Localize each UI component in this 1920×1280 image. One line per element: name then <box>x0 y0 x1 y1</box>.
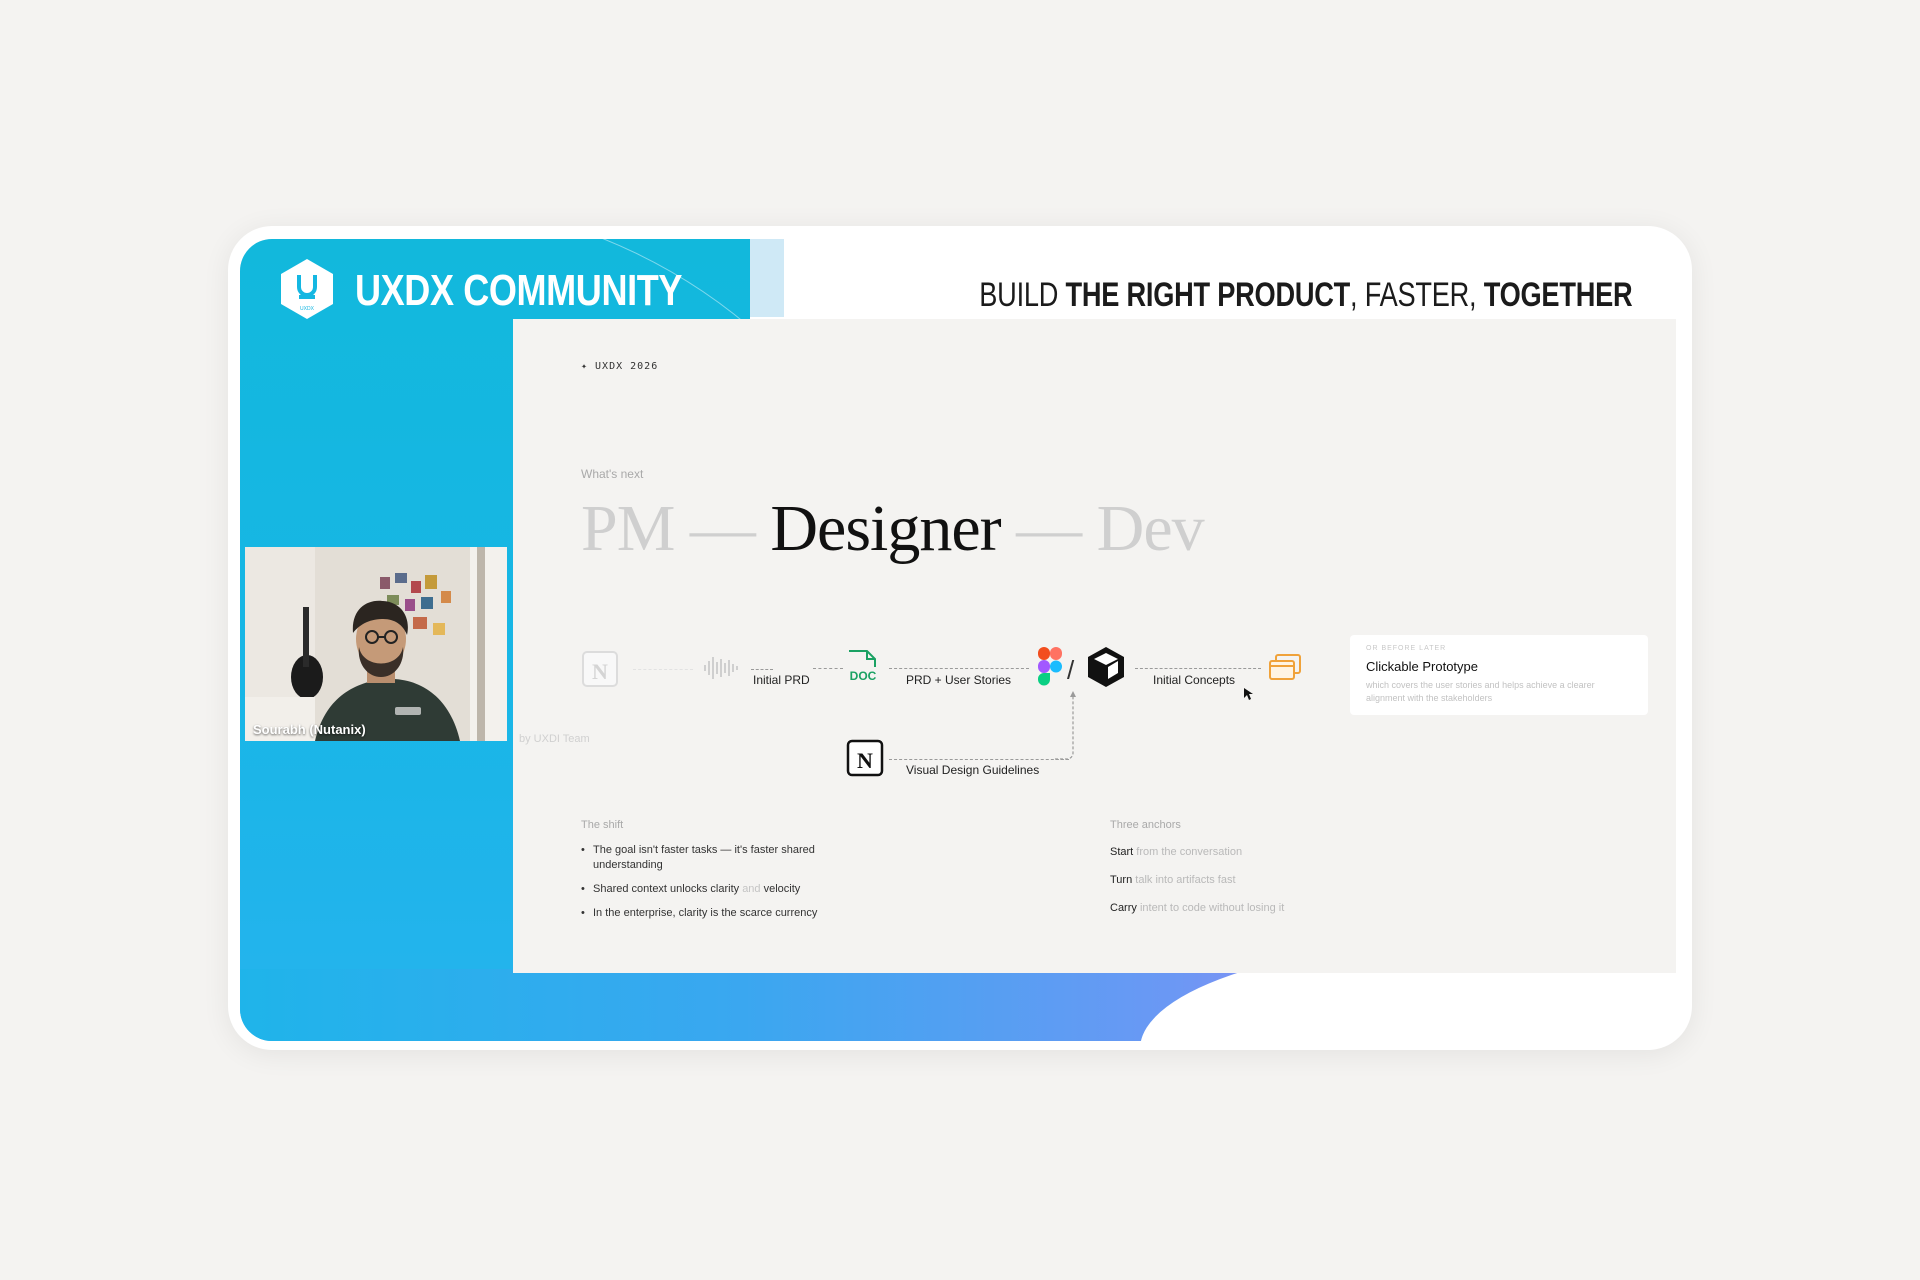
prototype-card-title: Clickable Prototype <box>1366 659 1478 674</box>
voice-waveform-icon <box>704 657 738 679</box>
flow-arrow <box>813 668 843 669</box>
or-separator: / <box>1067 655 1075 685</box>
label-prd-user-stories: PRD + User Stories <box>906 673 1012 687</box>
community-title: UXDX COMMUNITY <box>355 266 683 315</box>
stream-frame: UXDX UXDX COMMUNITY BUILD THE RIGHT PROD… <box>240 239 1676 1041</box>
list-item: Turn talk into artifacts fast <box>1110 874 1236 886</box>
flow-arrow <box>889 668 1029 669</box>
svg-text:N: N <box>592 659 608 684</box>
slide-tag: ✦ UXDX 2026 <box>581 361 659 372</box>
figma-icon <box>1037 647 1062 686</box>
faded-caption: by UXDI Team <box>519 733 590 745</box>
flow-arrow <box>1135 668 1261 669</box>
shift-bullet-list: The goal isn't faster tasks — it's faste… <box>581 843 861 930</box>
prototype-card-eyebrow: OR BEFORE LATER <box>1366 645 1447 652</box>
tagline-part: THE RIGHT PRODUCT <box>1065 276 1350 314</box>
label-initial-concepts: Initial Concepts <box>1153 673 1236 687</box>
list-item: Shared context unlocks clarity and veloc… <box>581 882 861 897</box>
speaker-video[interactable]: Sourabh (Nutanix) <box>245 547 507 741</box>
label-initial-prd: Initial PRD <box>753 673 810 687</box>
shift-title: The shift <box>581 819 624 831</box>
doc-icon: DOC <box>849 650 877 683</box>
logo-text: UXDX <box>300 306 315 312</box>
anchors-title: Three anchors <box>1110 819 1181 831</box>
tagline-part: , FASTER, <box>1349 276 1484 314</box>
speaker-video-image <box>245 547 507 741</box>
role-pm: PM — <box>581 492 756 565</box>
doc-label: DOC <box>850 669 877 683</box>
list-item: In the enterprise, clarity is the scarce… <box>581 906 861 921</box>
prototype-card-description: which covers the user stories and helps … <box>1366 680 1595 703</box>
flow-arrow <box>889 759 1069 760</box>
notion-icon: N <box>846 739 884 777</box>
header-strip <box>750 239 784 317</box>
cube-icon <box>1088 647 1124 687</box>
slide-subtitle: What's next <box>581 467 644 481</box>
speaker-name-label: Sourabh (Nutanix) <box>253 722 366 737</box>
role-designer: Designer <box>770 492 1001 565</box>
flow-arrow <box>751 669 773 670</box>
list-item: Start from the conversation <box>1110 846 1243 858</box>
uxdx-logo-icon: UXDX <box>281 259 333 319</box>
event-tagline: BUILD THE RIGHT PRODUCT, FASTER, TOGETHE… <box>979 271 1632 319</box>
prototype-card: OR BEFORE LATER Clickable Prototype whic… <box>1350 635 1648 715</box>
windows-stack-icon <box>1269 654 1301 680</box>
anchors-list: Start from the conversation Turn talk in… <box>1110 845 1284 929</box>
slide-headline: PM — Designer — Dev <box>581 491 1205 567</box>
tagline-part: TOGETHER <box>1483 276 1632 314</box>
notion-faded-icon: N <box>582 651 618 687</box>
shared-slide: ✦ UXDX 2026 What's next PM — Designer — … <box>513 319 1676 973</box>
role-dev: — Dev <box>1016 492 1204 565</box>
label-visual-design-guidelines: Visual Design Guidelines <box>906 763 1040 777</box>
list-item: The goal isn't faster tasks — it's faste… <box>581 843 861 873</box>
flow-arrow <box>633 669 693 670</box>
tagline-part: BUILD <box>978 276 1066 314</box>
list-item: Carry intent to code without losing it <box>1110 902 1285 914</box>
flow-connector <box>1055 691 1076 760</box>
mouse-cursor-icon <box>1244 688 1253 700</box>
svg-text:N: N <box>857 748 873 773</box>
